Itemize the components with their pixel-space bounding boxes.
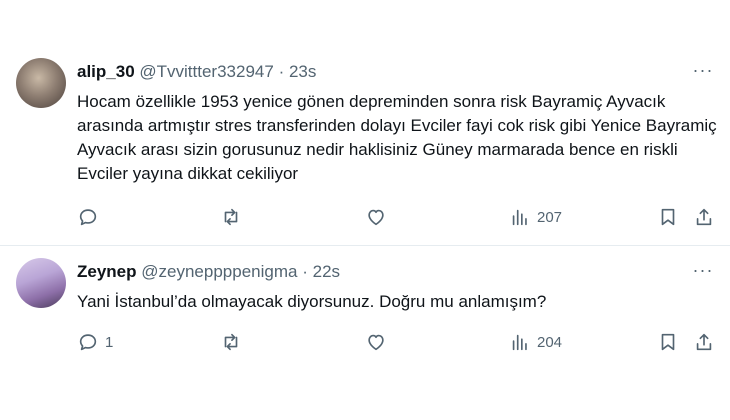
tweet[interactable]: alip_30 @Tvvittter332947 · 23s ··· Hocam… [0,0,730,246]
like-button[interactable] [365,330,393,354]
user-handle[interactable]: @Tvvittter332947 [139,62,273,81]
share-button[interactable] [693,330,715,354]
action-bar: 1 204 [77,330,717,354]
bookmark-icon [661,208,675,226]
heart-icon [368,334,384,351]
view-count: 207 [537,208,563,226]
user-name[interactable]: alip_30 [77,62,135,81]
tweet-header: Zeynep @zeyneppppenigma · 22s [77,262,340,282]
tweet-text: Yani İstanbul’da olmayacak diyorsunuz. D… [77,292,547,311]
views-button[interactable]: 204 [509,330,562,354]
share-button[interactable] [693,205,715,229]
bookmark-button[interactable] [657,330,679,354]
views-button[interactable]: 207 [509,205,562,229]
retweet-icon [224,208,238,226]
tweet-text: Hocam özellikle 1953 yenice gönen deprem… [77,92,717,183]
user-handle[interactable]: @zeyneppppenigma [141,262,297,281]
separator: · [302,262,308,281]
view-count: 204 [537,333,563,351]
retweet-button[interactable] [220,330,248,354]
share-icon [696,333,712,351]
avatar[interactable] [16,258,66,308]
action-bar: 207 [77,205,717,229]
reply-icon [79,209,97,226]
user-name[interactable]: Zeynep [77,262,137,281]
reply-button[interactable] [77,205,105,229]
timestamp[interactable]: 23s [289,62,316,81]
bookmark-button[interactable] [657,205,679,229]
like-button[interactable] [365,205,393,229]
timestamp[interactable]: 22s [313,262,340,281]
reply-icon [79,334,97,351]
retweet-icon [224,333,238,351]
avatar[interactable] [16,58,66,108]
bookmark-icon [661,333,675,351]
more-options-button[interactable]: ··· [692,261,714,284]
separator: · [278,62,285,81]
tweet-header: alip_30 @Tvvittter332947 · 23s [77,62,316,82]
tweet[interactable]: Zeynep @zeyneppppenigma · 22s ··· Yani İ… [0,246,730,420]
analytics-icon [512,334,527,351]
reply-count: 1 [105,333,114,351]
retweet-button[interactable] [220,205,248,229]
reply-button[interactable]: 1 [77,330,113,354]
more-options-button[interactable]: ··· [692,61,714,84]
share-icon [696,208,712,226]
analytics-icon [512,209,527,226]
heart-icon [368,209,384,226]
